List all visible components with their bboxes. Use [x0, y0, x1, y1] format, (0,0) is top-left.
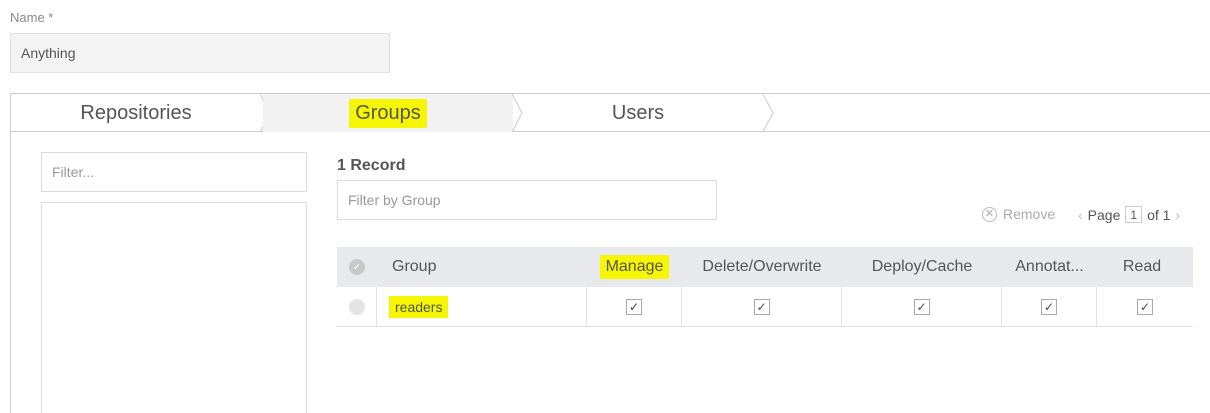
remove-label: Remove	[1003, 206, 1056, 222]
row-manage-cell: ✓	[587, 287, 682, 327]
annotate-checkbox[interactable]: ✓	[1041, 299, 1057, 315]
row-annotate-cell: ✓	[1002, 287, 1097, 327]
tab-users-label: Users	[611, 101, 665, 124]
tab-users[interactable]: Users	[513, 94, 763, 132]
left-filter-input[interactable]: Filter...	[41, 152, 307, 192]
tab-separator-3	[763, 94, 774, 132]
pager-page-label: Page	[1087, 206, 1121, 223]
row-group-name-cell: readers	[377, 287, 587, 327]
column-header-group[interactable]: Group	[392, 247, 582, 287]
remove-icon: ✕	[982, 206, 997, 222]
remove-button[interactable]: ✕ Remove	[982, 206, 1055, 222]
read-checkbox[interactable]: ✓	[1137, 299, 1153, 315]
select-all-cell[interactable]: ✓	[337, 247, 377, 287]
column-header-delete-overwrite[interactable]: Delete/Overwrite	[682, 247, 842, 287]
column-header-manage[interactable]: Manage	[587, 247, 682, 287]
tab-bar: Repositories Groups Users	[11, 94, 1210, 132]
left-filter-placeholder: Filter...	[52, 164, 95, 180]
row-select-icon	[348, 299, 365, 315]
group-filter-input[interactable]: Filter by Group	[337, 180, 717, 220]
row-deploy-cache-cell: ✓	[842, 287, 1002, 327]
tab-repositories[interactable]: Repositories	[11, 94, 261, 132]
pager: ‹ Page 1 of 1 ›	[1078, 206, 1180, 223]
select-all-icon: ✓	[349, 259, 365, 275]
repository-list[interactable]	[41, 202, 307, 413]
column-header-deploy-cache[interactable]: Deploy/Cache	[842, 247, 1002, 287]
tab-repositories-label: Repositories	[80, 101, 192, 124]
record-count: 1 Record	[337, 157, 406, 174]
row-select-cell[interactable]	[337, 287, 377, 327]
chevron-right-icon[interactable]: ›	[1175, 207, 1180, 223]
name-field[interactable]	[10, 33, 390, 73]
tab-groups[interactable]: Groups	[263, 94, 513, 132]
manage-checkbox[interactable]: ✓	[626, 299, 642, 315]
row-group-name: readers	[389, 296, 449, 318]
deploy-cache-checkbox[interactable]: ✓	[913, 299, 930, 315]
delete-overwrite-checkbox[interactable]: ✓	[753, 299, 770, 315]
tab-groups-label: Groups	[349, 98, 427, 128]
groups-table: ✓ Group Manage Delete/Overwrite Deploy/C…	[337, 247, 1193, 327]
table-header: ✓ Group Manage Delete/Overwrite Deploy/C…	[337, 247, 1193, 287]
group-filter-placeholder: Filter by Group	[348, 192, 441, 208]
table-row[interactable]: readers ✓ ✓ ✓ ✓ ✓	[337, 287, 1193, 327]
name-label: Name *	[10, 10, 54, 25]
column-header-read[interactable]: Read	[1097, 247, 1187, 287]
row-read-cell: ✓	[1097, 287, 1193, 327]
column-header-annotate[interactable]: Annotat...	[1002, 247, 1097, 287]
pager-of-label: of 1	[1147, 206, 1171, 223]
row-delete-overwrite-cell: ✓	[682, 287, 842, 327]
chevron-left-icon[interactable]: ‹	[1078, 207, 1083, 223]
pager-page-input[interactable]: 1	[1125, 206, 1143, 223]
